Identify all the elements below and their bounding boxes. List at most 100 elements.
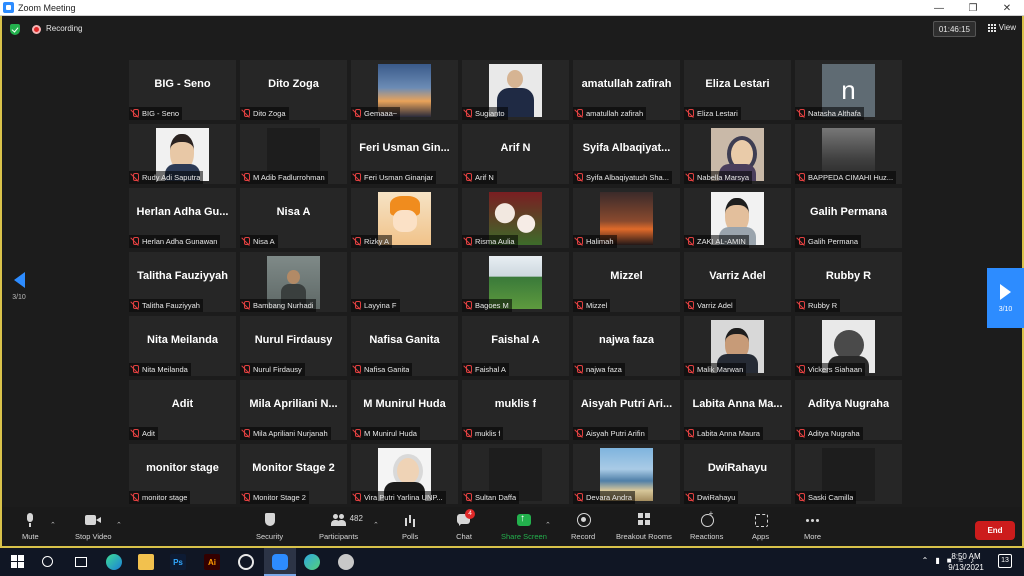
participant-tile[interactable]: najwa faza najwa faza (573, 316, 680, 376)
participant-tile[interactable]: Rizky A (351, 188, 458, 248)
next-page-button[interactable]: 3/10 (987, 268, 1024, 328)
page-indicator-left: 3/10 (12, 294, 26, 301)
participant-tile[interactable]: Adit Adit (129, 380, 236, 440)
participant-tile[interactable]: Faishal A Faishal A (462, 316, 569, 376)
audio-options-caret[interactable]: ⌃ (50, 521, 56, 529)
encryption-shield-icon[interactable] (10, 24, 20, 35)
participant-tile[interactable]: Galih Permana Galih Permana (795, 188, 902, 248)
app-taskbar-icon[interactable] (338, 554, 354, 570)
zoom-taskbar-icon[interactable] (272, 554, 288, 570)
participant-tile[interactable]: Arif N Arif N (462, 124, 569, 184)
participant-tile[interactable]: BAPPEDA CIMAHI Huz... (795, 124, 902, 184)
participant-tile[interactable]: muklis f muklis f (462, 380, 569, 440)
participant-tile[interactable]: monitor stage monitor stage (129, 444, 236, 504)
participant-tile[interactable]: M Munirul Huda M Munirul Huda (351, 380, 458, 440)
participants-options-caret[interactable]: ⌃ (373, 521, 379, 529)
participant-tile[interactable]: Feri Usman Gin... Feri Usman Ginanjar (351, 124, 458, 184)
participant-tile[interactable]: Sugianto (462, 60, 569, 120)
breakout-rooms-button[interactable]: Breakout Rooms (616, 513, 672, 541)
participant-tile[interactable]: Risma Aulia (462, 188, 569, 248)
share-screen-button[interactable]: Share Screen (501, 513, 547, 541)
participant-tile[interactable]: DwiRahayu DwiRahayu (684, 444, 791, 504)
participant-tile[interactable]: ZAKI AL-AMIN (684, 188, 791, 248)
participant-tile[interactable]: Mizzel Mizzel (573, 252, 680, 312)
participant-nameplate: Nurul Firdausy (240, 363, 305, 376)
participant-nameplate: M Adib Fadlurrohman (240, 171, 328, 184)
apps-button[interactable]: Apps (752, 513, 769, 541)
polls-button[interactable]: Polls (402, 513, 418, 541)
participant-tile[interactable]: Syifa Albaqiyat... Syifa Albaqiyatush Sha… (573, 124, 680, 184)
participant-tile[interactable]: Bagoes M (462, 252, 569, 312)
participant-tile[interactable]: Malik Marwan (684, 316, 791, 376)
participant-display-name: Adit (129, 380, 236, 428)
photoshop-icon[interactable]: Ps (170, 554, 186, 570)
notification-center-icon[interactable]: 13 (998, 554, 1012, 568)
search-icon[interactable] (40, 554, 56, 570)
minimize-button[interactable]: — (922, 0, 956, 16)
muted-microphone-icon (686, 493, 694, 502)
participant-tile[interactable]: Nurul Firdausy Nurul Firdausy (240, 316, 347, 376)
taskbar-clock[interactable]: 8:50 AM 9/13/2021 (944, 551, 988, 573)
participant-tile[interactable]: Vickers Siahaan (795, 316, 902, 376)
view-button[interactable]: View (987, 23, 1016, 32)
end-meeting-button[interactable]: End (975, 521, 1015, 540)
edge-beta-icon[interactable] (304, 554, 320, 570)
file-explorer-icon[interactable] (138, 554, 154, 570)
participant-nameplate: Sultan Daffa (462, 491, 520, 504)
participant-tile[interactable]: Herlan Adha Gu... Herlan Adha Gunawan (129, 188, 236, 248)
participant-tile[interactable]: Monitor Stage 2 Monitor Stage 2 (240, 444, 347, 504)
participants-icon: 482 (330, 513, 363, 527)
participant-tile[interactable]: Saski Camilla (795, 444, 902, 504)
share-options-caret[interactable]: ⌃ (545, 521, 551, 529)
recording-indicator-icon[interactable] (32, 25, 41, 34)
participant-tile[interactable]: Nisa A Nisa A (240, 188, 347, 248)
participant-tile[interactable]: Gemaaa~ (351, 60, 458, 120)
windows-start-icon[interactable] (10, 554, 26, 570)
chrome-icon[interactable] (238, 554, 254, 570)
participant-tile[interactable]: Vira Putri Yarlina UNP... (351, 444, 458, 504)
participant-tile[interactable]: Devara Andra (573, 444, 680, 504)
participant-tile[interactable]: Varriz Adel Varriz Adel (684, 252, 791, 312)
edge-browser-icon[interactable] (106, 554, 122, 570)
participant-tile[interactable]: Labita Anna Ma... Labita Anna Maura (684, 380, 791, 440)
participant-tile[interactable]: Bambang Nurhadi (240, 252, 347, 312)
illustrator-icon[interactable]: Ai (204, 554, 220, 570)
tray-chevron-icon[interactable]: ⌃ (922, 556, 929, 565)
participant-tile[interactable]: Nabella Marsya (684, 124, 791, 184)
participant-tile[interactable]: Nita Meilanda Nita Meilanda (129, 316, 236, 376)
reactions-button[interactable]: Reactions (690, 509, 723, 541)
participant-tile[interactable]: Eliza Lestari Eliza Lestari (684, 60, 791, 120)
participant-tile[interactable]: n Natasha Althafa (795, 60, 902, 120)
participant-tile[interactable]: Aisyah Putri Ari... Aisyah Putri Arifin (573, 380, 680, 440)
security-button[interactable]: Security (256, 513, 283, 541)
participants-button[interactable]: 482 Participants (319, 513, 363, 541)
maximize-button[interactable]: ❐ (956, 0, 990, 16)
participant-display-name-text: Feri Usman Gin... (359, 142, 450, 154)
participant-name: Saski Camilla (808, 493, 854, 502)
participant-name: muklis f (475, 429, 501, 438)
participant-tile[interactable]: Nafisa Ganita Nafisa Ganita (351, 316, 458, 376)
tray-mic-icon[interactable]: ▮ (935, 556, 939, 565)
record-button[interactable]: Record (571, 513, 595, 541)
task-view-icon[interactable] (72, 554, 88, 570)
participant-tile[interactable]: M Adib Fadlurrohman (240, 124, 347, 184)
previous-page-button[interactable]: 3/10 (10, 272, 28, 328)
participant-name: najwa faza (586, 365, 622, 374)
participant-tile[interactable]: Dito Zoga Dito Zoga (240, 60, 347, 120)
participant-tile[interactable]: Halimah (573, 188, 680, 248)
participant-tile[interactable]: Layyina F (351, 252, 458, 312)
more-button[interactable]: More (804, 513, 821, 541)
participant-tile[interactable]: Sultan Daffa (462, 444, 569, 504)
close-button[interactable]: ✕ (990, 0, 1024, 16)
participant-tile[interactable]: Rubby R Rubby R (795, 252, 902, 312)
chat-button[interactable]: 4 Chat (456, 509, 475, 541)
mute-button[interactable]: Mute (22, 513, 39, 541)
participant-tile[interactable]: Rudy Adi Saputra (129, 124, 236, 184)
participant-tile[interactable]: amatullah zafirah amatullah zafirah (573, 60, 680, 120)
participant-tile[interactable]: BIG - Seno BIG - Seno (129, 60, 236, 120)
participant-tile[interactable]: Mila Apriliani N... Mila Apriliani Nurjan… (240, 380, 347, 440)
stop-video-button[interactable]: Stop Video (75, 513, 112, 541)
participant-tile[interactable]: Aditya Nugraha Aditya Nugraha (795, 380, 902, 440)
participant-tile[interactable]: Talitha Fauziyyah Talitha Fauziyyah (129, 252, 236, 312)
video-options-caret[interactable]: ⌃ (116, 521, 122, 529)
